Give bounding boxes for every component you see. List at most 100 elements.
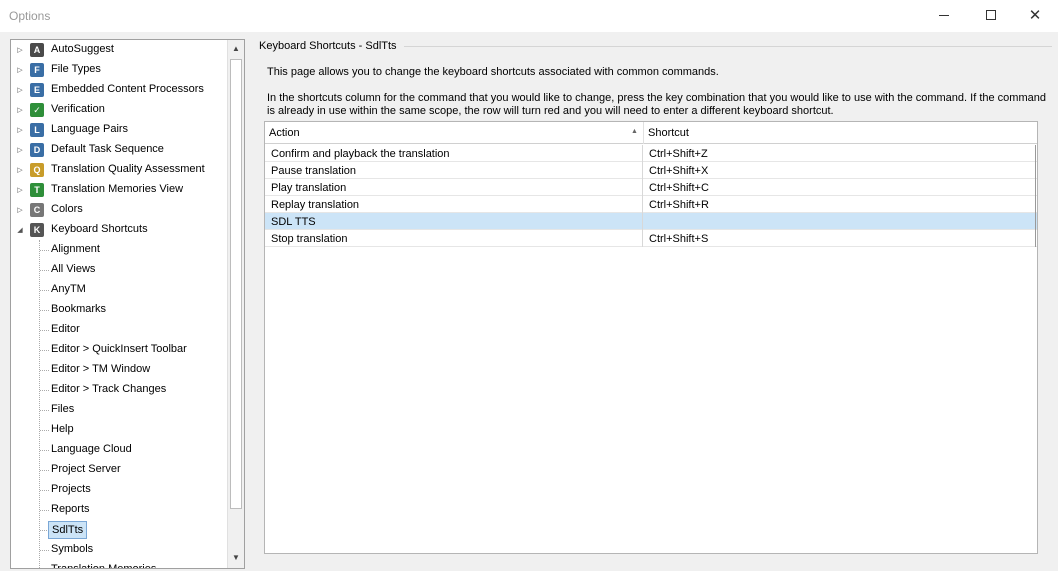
action-cell[interactable]: Play translation bbox=[265, 179, 643, 196]
description-intro: This page allows you to change the keybo… bbox=[267, 66, 719, 78]
row-end-border bbox=[1035, 196, 1036, 213]
tree-item[interactable]: ▷ C Colors bbox=[11, 200, 226, 220]
expand-arrow-icon[interactable]: ▷ bbox=[16, 100, 24, 120]
column-header-shortcut[interactable]: Shortcut bbox=[644, 122, 1036, 144]
shortcut-cell[interactable] bbox=[643, 213, 1036, 230]
minimize-button[interactable] bbox=[921, 0, 967, 30]
tree-connector bbox=[40, 290, 49, 291]
tree-child-item[interactable]: Files bbox=[11, 400, 226, 420]
tree-item[interactable]: ▷ D Default Task Sequence bbox=[11, 140, 226, 160]
sort-ascending-icon: ▲ bbox=[631, 128, 638, 135]
tree-child-label: Bookmarks bbox=[51, 303, 107, 315]
tree-child-label: All Views bbox=[51, 263, 96, 275]
tree-child-item[interactable]: Bookmarks bbox=[11, 300, 226, 320]
maximize-button[interactable] bbox=[968, 0, 1014, 30]
tree-child-item[interactable]: Alignment bbox=[11, 240, 226, 260]
action-cell[interactable]: Stop translation bbox=[265, 230, 643, 247]
tree-child-label: Symbols bbox=[51, 543, 94, 555]
expand-arrow-icon[interactable]: ▷ bbox=[16, 60, 24, 80]
table-row[interactable]: Confirm and playback the translation Ctrl… bbox=[265, 145, 1037, 162]
tree-child-item[interactable]: Editor > TM Window bbox=[11, 360, 226, 380]
tree-item[interactable]: ▷ Q Translation Quality Assessment bbox=[11, 160, 226, 180]
scroll-thumb[interactable] bbox=[230, 59, 242, 509]
window-title: Options bbox=[9, 9, 51, 23]
tree-connector-line bbox=[39, 240, 40, 568]
row-end-border bbox=[1035, 179, 1036, 196]
action-cell[interactable]: Pause translation bbox=[265, 162, 643, 179]
tree-item[interactable]: ▷ T Translation Memories View bbox=[11, 180, 226, 200]
row-end-border bbox=[1035, 145, 1036, 162]
collapse-arrow-icon[interactable]: ◢ bbox=[16, 220, 24, 240]
action-cell[interactable]: Confirm and playback the translation bbox=[265, 145, 643, 162]
tree-connector bbox=[40, 490, 49, 491]
table-row[interactable]: Replay translation Ctrl+Shift+R bbox=[265, 196, 1037, 213]
action-cell[interactable]: SDL TTS bbox=[265, 213, 643, 230]
tree-child-label: Alignment bbox=[51, 243, 100, 255]
tree-child-item[interactable]: Symbols bbox=[11, 540, 226, 560]
tree-connector bbox=[40, 350, 49, 351]
table-row[interactable]: Pause translation Ctrl+Shift+X bbox=[265, 162, 1037, 179]
close-button[interactable]: ✕ bbox=[1012, 0, 1058, 30]
scroll-up-icon[interactable]: ▲ bbox=[228, 40, 244, 57]
shortcut-cell[interactable]: Ctrl+Shift+Z bbox=[643, 145, 1036, 162]
title-bar: Options ✕ bbox=[0, 0, 1058, 32]
tree-item[interactable]: ▷ E Embedded Content Processors bbox=[11, 80, 226, 100]
tree-item[interactable]: ▷ F File Types bbox=[11, 60, 226, 80]
tree-connector bbox=[40, 250, 49, 251]
shortcut-cell[interactable]: Ctrl+Shift+X bbox=[643, 162, 1036, 179]
row-end-border bbox=[1035, 230, 1036, 247]
tree-child-item[interactable]: Editor > Track Changes bbox=[11, 380, 226, 400]
tree-scrollbar[interactable]: ▲ ▼ bbox=[227, 40, 244, 568]
expand-arrow-icon[interactable]: ▷ bbox=[16, 180, 24, 200]
tree-child-label: Files bbox=[51, 403, 75, 415]
tree-child-item[interactable]: Translation Memories bbox=[11, 560, 226, 569]
tree-child-item[interactable]: Project Server bbox=[11, 460, 226, 480]
tree-child-label: AnyTM bbox=[51, 283, 86, 295]
expand-arrow-icon[interactable]: ▷ bbox=[16, 120, 24, 140]
tree-item[interactable]: ▷ ✓ Verification bbox=[11, 100, 226, 120]
keyboard-icon: K bbox=[30, 223, 44, 237]
row-end-border bbox=[1035, 162, 1036, 179]
shortcut-cell[interactable]: Ctrl+Shift+S bbox=[643, 230, 1036, 247]
column-header-action[interactable]: Action bbox=[265, 122, 643, 144]
table-row[interactable]: Play translation Ctrl+Shift+C bbox=[265, 179, 1037, 196]
expand-arrow-icon[interactable]: ▷ bbox=[16, 200, 24, 220]
close-icon: ✕ bbox=[1028, 6, 1042, 24]
tree-connector bbox=[40, 550, 49, 551]
maximize-icon bbox=[986, 10, 996, 20]
tree-child-item[interactable]: Language Cloud bbox=[11, 440, 226, 460]
tree-child-item[interactable]: AnyTM bbox=[11, 280, 226, 300]
tree-child-item[interactable]: Reports bbox=[11, 500, 226, 520]
expand-arrow-icon[interactable]: ▷ bbox=[16, 160, 24, 180]
tree-child-label: Project Server bbox=[51, 463, 121, 475]
tree-child-item[interactable]: All Views bbox=[11, 260, 226, 280]
tree-child-label: Translation Memories bbox=[51, 563, 157, 569]
tree-child-label: Language Cloud bbox=[51, 443, 132, 455]
tree-item[interactable]: ▷ A AutoSuggest bbox=[11, 40, 226, 60]
tree-connector bbox=[40, 470, 49, 471]
tree-connector bbox=[40, 430, 49, 431]
tree-child-item[interactable]: Help bbox=[11, 420, 226, 440]
expand-arrow-icon[interactable]: ▷ bbox=[16, 40, 24, 60]
tree-child-item[interactable]: Projects bbox=[11, 480, 226, 500]
options-tree[interactable]: ▷ A AutoSuggest ▷ F File Types ▷ E Embedded Cont… bbox=[10, 39, 245, 569]
tree-connector bbox=[40, 370, 49, 371]
quality-assessment-icon: Q bbox=[30, 163, 44, 177]
shortcut-cell[interactable]: Ctrl+Shift+R bbox=[643, 196, 1036, 213]
expand-arrow-icon[interactable]: ▷ bbox=[16, 80, 24, 100]
scroll-down-icon[interactable]: ▼ bbox=[228, 549, 244, 566]
tree-child-item[interactable]: Editor bbox=[11, 320, 226, 340]
tree-item-label: AutoSuggest bbox=[51, 43, 114, 55]
tree-child-label: Projects bbox=[51, 483, 91, 495]
tree-child-item[interactable]: Editor > QuickInsert Toolbar bbox=[11, 340, 226, 360]
shortcuts-grid[interactable]: Action ▲ Shortcut Confirm and playback t… bbox=[264, 121, 1038, 554]
table-row[interactable]: Stop translation Ctrl+Shift+S bbox=[265, 230, 1037, 247]
action-cell[interactable]: Replay translation bbox=[265, 196, 643, 213]
tree-item[interactable]: ◢ K Keyboard Shortcuts bbox=[11, 220, 226, 240]
expand-arrow-icon[interactable]: ▷ bbox=[16, 140, 24, 160]
shortcut-cell[interactable]: Ctrl+Shift+C bbox=[643, 179, 1036, 196]
tree-item[interactable]: ▷ L Language Pairs bbox=[11, 120, 226, 140]
table-row[interactable]: SDL TTS bbox=[265, 213, 1037, 230]
tree-item-label: Translation Memories View bbox=[51, 183, 184, 195]
tree-child-item[interactable]: SdlTts bbox=[11, 520, 226, 540]
